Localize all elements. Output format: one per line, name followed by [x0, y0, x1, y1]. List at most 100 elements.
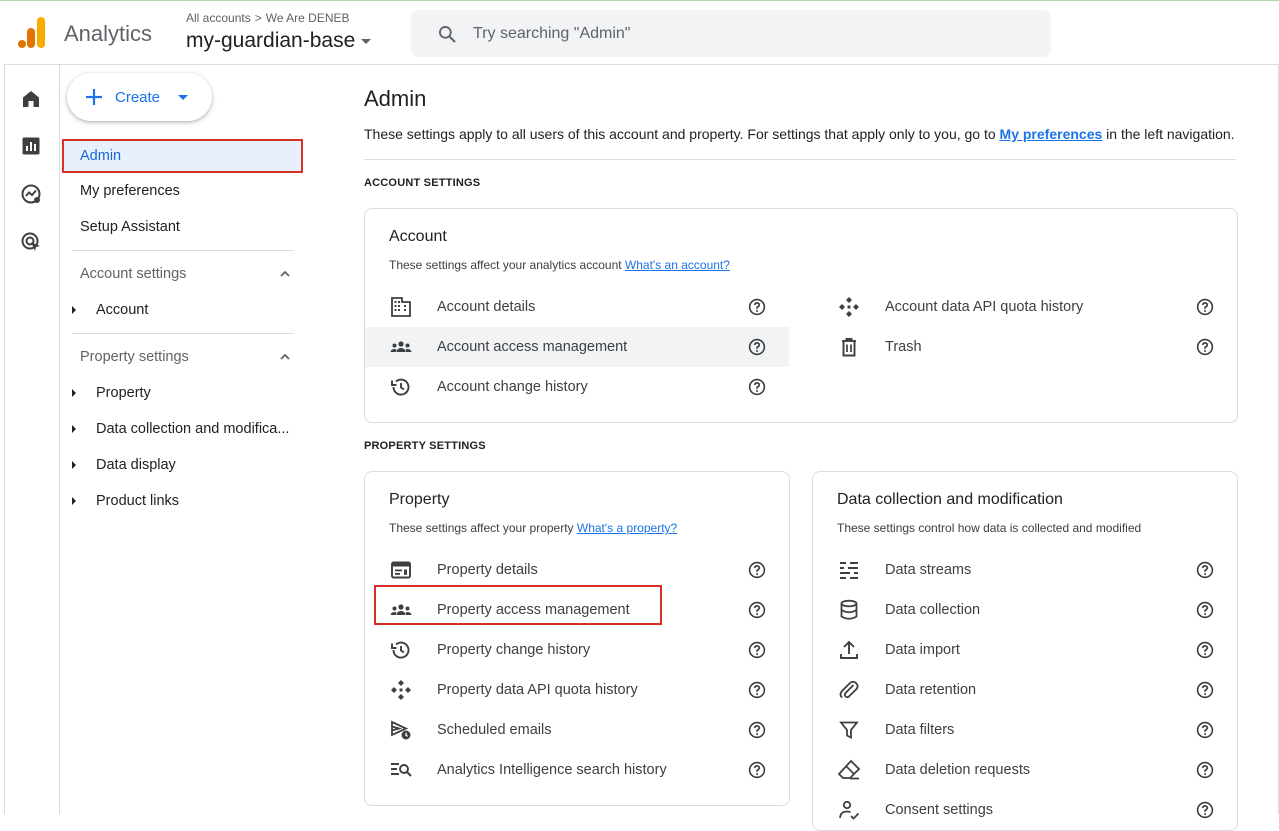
- help-icon[interactable]: [748, 641, 766, 659]
- account-details-row[interactable]: Account details: [365, 287, 789, 327]
- trash-label: Trash: [885, 339, 922, 355]
- help-icon[interactable]: [1196, 681, 1214, 699]
- nav-item-account-label: Account: [96, 302, 149, 318]
- property-details-label: Property details: [437, 562, 538, 578]
- property-change-history-row[interactable]: Property change history: [365, 630, 789, 670]
- property-data-api-quota-history-row[interactable]: Property data API quota history: [365, 670, 789, 710]
- search-bar[interactable]: [411, 10, 1051, 57]
- property-data-api-quota-history-label: Property data API quota history: [437, 682, 638, 698]
- nav-item-my-preferences[interactable]: My preferences: [80, 183, 180, 199]
- nav-item-account[interactable]: Account: [72, 302, 148, 318]
- reports-icon[interactable]: [19, 134, 43, 158]
- nav-item-property[interactable]: Property: [72, 385, 151, 401]
- api-icon: [391, 680, 411, 700]
- data-retention-row[interactable]: Data retention: [813, 670, 1237, 710]
- analytics-intelligence-search-history-row[interactable]: Analytics Intelligence search history: [365, 750, 789, 790]
- data-filters-row[interactable]: Data filters: [813, 710, 1237, 750]
- data-streams-icon: [840, 562, 858, 579]
- help-icon[interactable]: [748, 721, 766, 739]
- breadcrumb-all-accounts[interactable]: All accounts: [186, 11, 251, 25]
- help-icon[interactable]: [748, 601, 766, 619]
- nav-item-product-links[interactable]: Product links: [72, 493, 179, 509]
- help-icon[interactable]: [748, 378, 766, 396]
- property-card-subtitle-text: These settings affect your property: [389, 521, 577, 535]
- chevron-up-icon[interactable]: [279, 268, 291, 280]
- data-import-row[interactable]: Data import: [813, 630, 1237, 670]
- help-icon[interactable]: [1196, 721, 1214, 739]
- account-change-history-row[interactable]: Account change history: [365, 367, 789, 407]
- my-preferences-link[interactable]: My preferences: [1000, 126, 1103, 142]
- triangle-right-icon: [72, 389, 76, 397]
- help-icon[interactable]: [1196, 298, 1214, 316]
- account-card-title: Account: [389, 228, 447, 245]
- help-icon[interactable]: [1196, 641, 1214, 659]
- analytics-intelligence-search-history-label: Analytics Intelligence search history: [437, 762, 667, 778]
- help-icon[interactable]: [748, 681, 766, 699]
- home-icon[interactable]: [19, 87, 43, 111]
- trash-icon: [842, 338, 856, 357]
- paperclip-icon: [839, 680, 859, 699]
- advertising-icon[interactable]: [19, 230, 43, 254]
- data-streams-label: Data streams: [885, 562, 972, 578]
- plus-icon: [86, 89, 102, 105]
- help-icon[interactable]: [748, 298, 766, 316]
- help-icon[interactable]: [1196, 761, 1214, 779]
- account-access-management-row[interactable]: Account access management: [365, 327, 789, 367]
- property-selector[interactable]: my-guardian-base: [186, 29, 372, 53]
- whats-a-property-link[interactable]: What's a property?: [577, 521, 677, 535]
- nav-item-admin[interactable]: Admin: [62, 139, 303, 173]
- breadcrumb-account[interactable]: We Are DENEB: [266, 11, 350, 25]
- scheduled-send-icon: [391, 720, 411, 740]
- search-input[interactable]: [473, 24, 993, 43]
- nav-section-property-settings[interactable]: Property settings: [80, 349, 189, 365]
- property-card-title: Property: [389, 491, 450, 508]
- nav-divider: [72, 333, 294, 334]
- explore-icon[interactable]: [19, 182, 43, 206]
- nav-item-property-label: Property: [96, 385, 151, 401]
- upload-icon: [840, 640, 858, 659]
- nav-item-product-links-label: Product links: [96, 493, 180, 509]
- data-deletion-requests-label: Data deletion requests: [885, 762, 1031, 778]
- data-deletion-requests-row[interactable]: Data deletion requests: [813, 750, 1237, 790]
- search-history-icon: [391, 763, 412, 777]
- nav-item-setup-assistant[interactable]: Setup Assistant: [80, 219, 180, 235]
- help-icon[interactable]: [1196, 561, 1214, 579]
- account-data-api-quota-history-row[interactable]: Account data API quota history: [813, 287, 1237, 327]
- data-filters-label: Data filters: [885, 722, 955, 738]
- help-icon[interactable]: [748, 338, 766, 356]
- consent-settings-row[interactable]: Consent settings: [813, 790, 1237, 830]
- property-details-row[interactable]: Property details: [365, 550, 789, 590]
- create-button[interactable]: Create: [67, 73, 212, 121]
- triangle-right-icon: [72, 425, 76, 433]
- help-icon[interactable]: [1196, 338, 1214, 356]
- account-change-history-label: Account change history: [437, 379, 588, 395]
- top-bar: Analytics All accounts > We Are DENEB my-g…: [0, 1, 1279, 64]
- page-description-suffix: in the left navigation.: [1102, 126, 1235, 142]
- triangle-right-icon: [72, 306, 76, 314]
- nav-section-account-settings[interactable]: Account settings: [80, 266, 186, 282]
- history-icon: [391, 641, 410, 659]
- data-streams-row[interactable]: Data streams: [813, 550, 1237, 590]
- breadcrumb[interactable]: All accounts > We Are DENEB: [186, 11, 350, 25]
- database-icon: [840, 599, 858, 620]
- help-icon[interactable]: [748, 761, 766, 779]
- trash-row[interactable]: Trash: [813, 327, 1237, 367]
- app-name: Analytics: [64, 21, 153, 46]
- property-change-history-label: Property change history: [437, 642, 591, 658]
- caret-down-icon[interactable]: [178, 94, 189, 100]
- property-card-subtitle: These settings affect your property What…: [389, 521, 677, 535]
- analytics-logo-icon[interactable]: [18, 17, 46, 49]
- scheduled-emails-row[interactable]: Scheduled emails: [365, 710, 789, 750]
- help-icon[interactable]: [748, 561, 766, 579]
- data-collection-row[interactable]: Data collection: [813, 590, 1237, 630]
- chevron-up-icon[interactable]: [279, 351, 291, 363]
- history-icon: [391, 378, 410, 396]
- nav-item-data-collection[interactable]: Data collection and modifica...: [72, 421, 289, 437]
- building-icon: [391, 297, 411, 317]
- help-icon[interactable]: [1196, 801, 1214, 819]
- help-icon[interactable]: [1196, 601, 1214, 619]
- nav-item-data-display[interactable]: Data display: [72, 457, 176, 473]
- consent-settings-label: Consent settings: [885, 802, 994, 818]
- page-title: Admin: [364, 86, 427, 111]
- whats-an-account-link[interactable]: What's an account?: [625, 258, 730, 272]
